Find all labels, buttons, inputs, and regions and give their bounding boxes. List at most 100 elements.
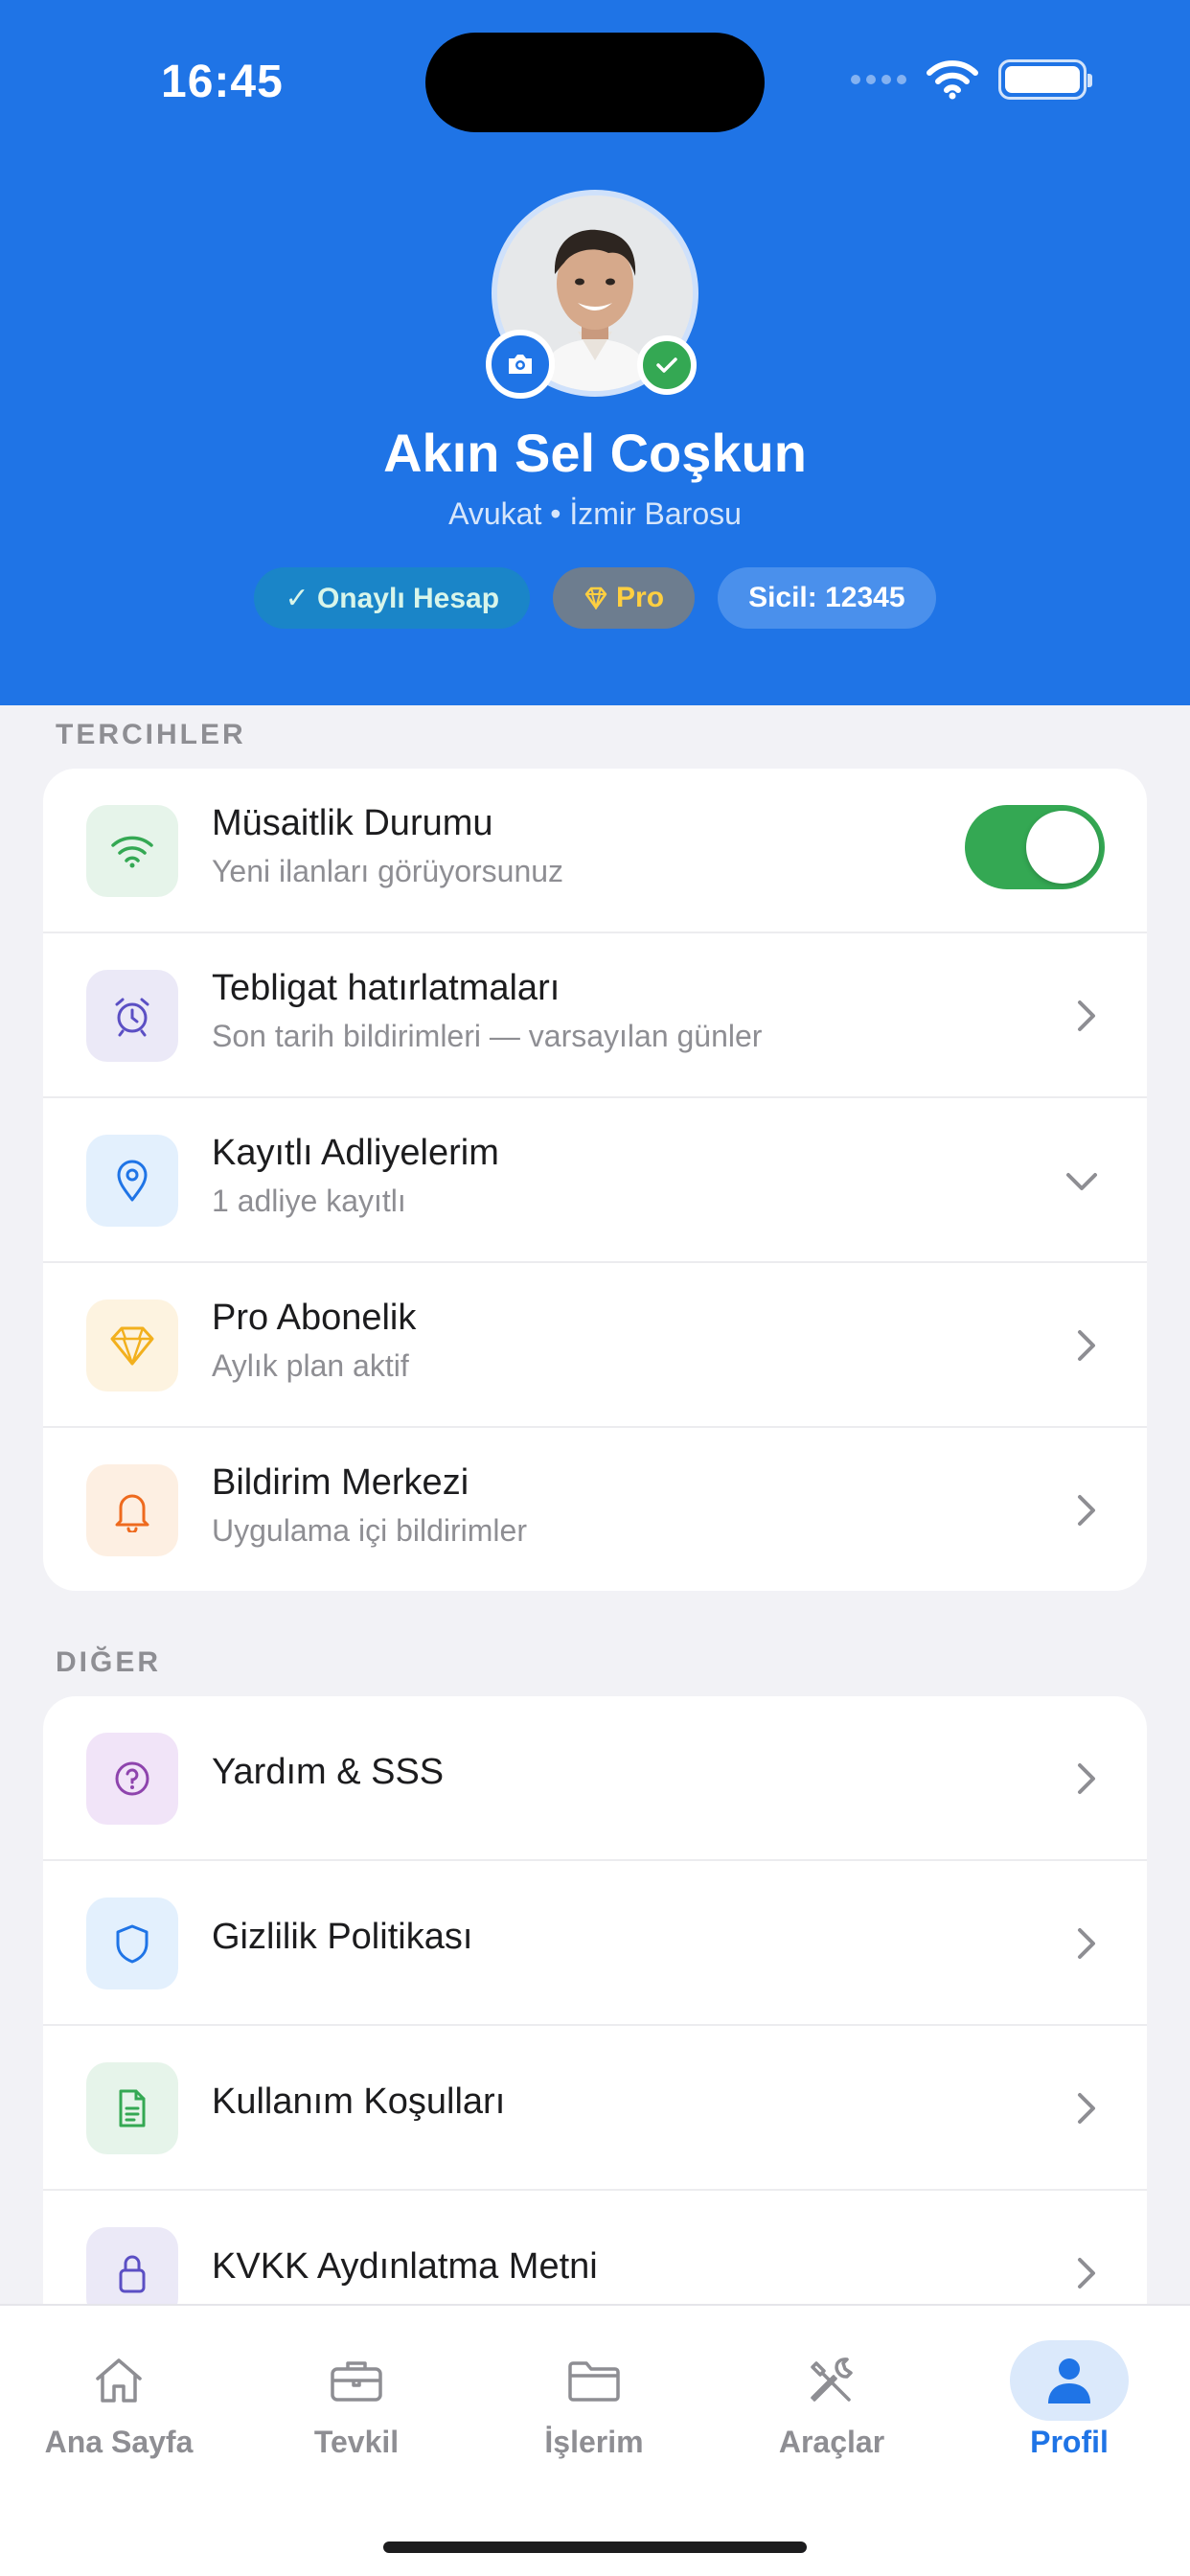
camera-icon bbox=[509, 355, 532, 374]
diamond-icon bbox=[584, 586, 607, 610]
tab-islerim-label: İşlerim bbox=[544, 2425, 644, 2459]
courthouses-icon-box bbox=[86, 1135, 178, 1227]
tab-araclar-label: Araçlar bbox=[778, 2425, 885, 2459]
privacy-title: Gizlilik Politikası bbox=[212, 1917, 473, 1957]
notifications-icon-box bbox=[86, 1464, 178, 1556]
courthouses-subtitle: 1 adliye kayıtlı bbox=[212, 1184, 406, 1218]
availability-row[interactable]: Müsaitlik Durumu Yeni ilanları görüyorsu… bbox=[43, 769, 1147, 933]
terms-icon-box bbox=[86, 2062, 178, 2154]
pro-badge: Pro bbox=[553, 567, 696, 629]
status-time: 16:45 bbox=[161, 57, 284, 107]
change-photo-button[interactable] bbox=[486, 330, 555, 399]
chevron-right-icon bbox=[1078, 1330, 1095, 1361]
tab-tevkil[interactable]: Tevkil bbox=[238, 2340, 475, 2460]
preferences-section-title: TERCIHLER bbox=[56, 719, 246, 750]
wifi-icon bbox=[111, 836, 153, 868]
avatar-container bbox=[486, 190, 698, 399]
chevron-right-icon bbox=[1078, 1928, 1095, 1959]
availability-icon-box bbox=[86, 805, 178, 897]
availability-toggle[interactable] bbox=[965, 805, 1105, 889]
kvkk-title: KVKK Aydınlatma Metni bbox=[212, 2246, 598, 2287]
availability-text: Müsaitlik Durumu Yeni ilanları görüyorsu… bbox=[212, 803, 563, 889]
terms-text: Kullanım Koşulları bbox=[212, 2082, 505, 2123]
wifi-status-icon bbox=[927, 60, 978, 100]
sicil-badge-label: Sicil: 12345 bbox=[748, 582, 905, 613]
privacy-icon-box bbox=[86, 1898, 178, 1990]
chevron-down-icon[interactable] bbox=[1063, 1169, 1101, 1194]
privacy-policy-row[interactable]: Gizlilik Politikası bbox=[43, 1861, 1147, 2026]
reminders-title: Tebligat hatırlatmaları bbox=[212, 968, 561, 1008]
profile-badges: ✓ Onaylı Hesap Pro Sicil: 12345 bbox=[0, 567, 1190, 629]
subscription-subtitle: Aylık plan aktif bbox=[212, 1348, 409, 1383]
reminders-text: Tebligat hatırlatmaları Son tarih bildir… bbox=[212, 968, 762, 1054]
verified-account-badge: ✓ Onaylı Hesap bbox=[254, 567, 531, 629]
tab-home-label: Ana Sayfa bbox=[44, 2425, 194, 2459]
cellular-signal-icon bbox=[851, 75, 906, 84]
pro-badge-label: Pro bbox=[616, 582, 665, 613]
other-card: Yardım & SSS Gizlilik Politikası Kullanı… bbox=[43, 1696, 1147, 2386]
briefcase-icon bbox=[331, 2361, 382, 2402]
checkmark-icon bbox=[656, 357, 677, 373]
tab-profil-label: Profil bbox=[1030, 2425, 1109, 2459]
tab-tevkil-label: Tevkil bbox=[313, 2425, 400, 2459]
help-text: Yardım & SSS bbox=[212, 1752, 444, 1793]
other-section-title: DIĞER bbox=[56, 1646, 162, 1678]
courthouses-text: Kayıtlı Adliyelerim 1 adliye kayıtlı bbox=[212, 1133, 499, 1219]
saved-courthouses-row[interactable]: Kayıtlı Adliyelerim 1 adliye kayıtlı bbox=[43, 1098, 1147, 1263]
terms-of-use-row[interactable]: Kullanım Koşulları bbox=[43, 2026, 1147, 2191]
sicil-badge: Sicil: 12345 bbox=[718, 567, 936, 629]
notifications-subtitle: Uygulama içi bildirimler bbox=[212, 1513, 527, 1548]
notification-reminders-row[interactable]: Tebligat hatırlatmaları Son tarih bildir… bbox=[43, 933, 1147, 1098]
preferences-card: Müsaitlik Durumu Yeni ilanları görüyorsu… bbox=[43, 769, 1147, 1591]
pro-subscription-row[interactable]: Pro Abonelik Aylık plan aktif bbox=[43, 1263, 1147, 1428]
lock-icon bbox=[119, 2255, 146, 2293]
bell-icon bbox=[115, 1494, 149, 1532]
tab-home[interactable]: Ana Sayfa bbox=[0, 2340, 238, 2460]
tab-islerim[interactable]: İşlerim bbox=[475, 2340, 713, 2460]
subscription-text: Pro Abonelik Aylık plan aktif bbox=[212, 1298, 416, 1384]
availability-title: Müsaitlik Durumu bbox=[212, 803, 493, 843]
help-title: Yardım & SSS bbox=[212, 1752, 445, 1792]
notification-center-row[interactable]: Bildirim Merkezi Uygulama içi bildirimle… bbox=[43, 1428, 1147, 1591]
profile-header: 16:45 Akın Sel Coşkun Avukat • İzmir Bar… bbox=[0, 0, 1190, 705]
reminders-subtitle: Son tarih bildirimleri — varsayılan günl… bbox=[212, 1019, 763, 1053]
chevron-right-icon bbox=[1078, 1763, 1095, 1794]
chevron-right-icon bbox=[1078, 1000, 1095, 1031]
reminders-icon-box bbox=[86, 970, 178, 1062]
courthouses-title: Kayıtlı Adliyelerim bbox=[212, 1133, 499, 1173]
person-icon bbox=[1048, 2358, 1090, 2404]
tab-araclar[interactable]: Araçlar bbox=[713, 2340, 950, 2460]
verified-check-badge bbox=[637, 335, 697, 395]
terms-title: Kullanım Koşulları bbox=[212, 2082, 506, 2122]
verified-badge-label: ✓ Onaylı Hesap bbox=[285, 582, 500, 614]
chevron-right-icon bbox=[1078, 2258, 1095, 2288]
alarm-clock-icon bbox=[115, 998, 149, 1037]
tools-icon bbox=[811, 2358, 853, 2402]
help-icon bbox=[115, 1761, 149, 1796]
tab-profil[interactable]: Profil bbox=[950, 2340, 1188, 2460]
kvkk-text: KVKK Aydınlatma Metni bbox=[212, 2246, 598, 2288]
home-icon bbox=[96, 2358, 142, 2403]
dynamic-island bbox=[425, 33, 765, 132]
diamond-icon bbox=[110, 1326, 154, 1366]
profile-subtitle: Avukat • İzmir Barosu bbox=[448, 496, 742, 531]
chevron-right-icon bbox=[1078, 1495, 1095, 1526]
availability-subtitle: Yeni ilanları görüyorsunuz bbox=[212, 854, 564, 888]
privacy-text: Gizlilik Politikası bbox=[212, 1917, 472, 1958]
chevron-right-icon bbox=[1078, 2093, 1095, 2124]
help-faq-row[interactable]: Yardım & SSS bbox=[43, 1696, 1147, 1861]
status-icons bbox=[851, 59, 1092, 100]
shield-icon bbox=[116, 1924, 149, 1964]
home-indicator bbox=[383, 2542, 807, 2553]
subscription-title: Pro Abonelik bbox=[212, 1298, 417, 1338]
notifications-title: Bildirim Merkezi bbox=[212, 1462, 469, 1503]
subscription-icon-box bbox=[86, 1300, 178, 1392]
help-icon-box bbox=[86, 1733, 178, 1825]
location-pin-icon bbox=[117, 1160, 148, 1202]
tab-bar: Ana Sayfa Tevkil İşlerim Araçlar Profil bbox=[0, 2304, 1190, 2576]
folder-icon bbox=[568, 2361, 620, 2402]
notifications-text: Bildirim Merkezi Uygulama içi bildirimle… bbox=[212, 1462, 527, 1549]
profile-name: Akın Sel Coşkun bbox=[383, 423, 807, 483]
battery-icon bbox=[998, 59, 1092, 100]
document-icon bbox=[119, 2089, 146, 2128]
